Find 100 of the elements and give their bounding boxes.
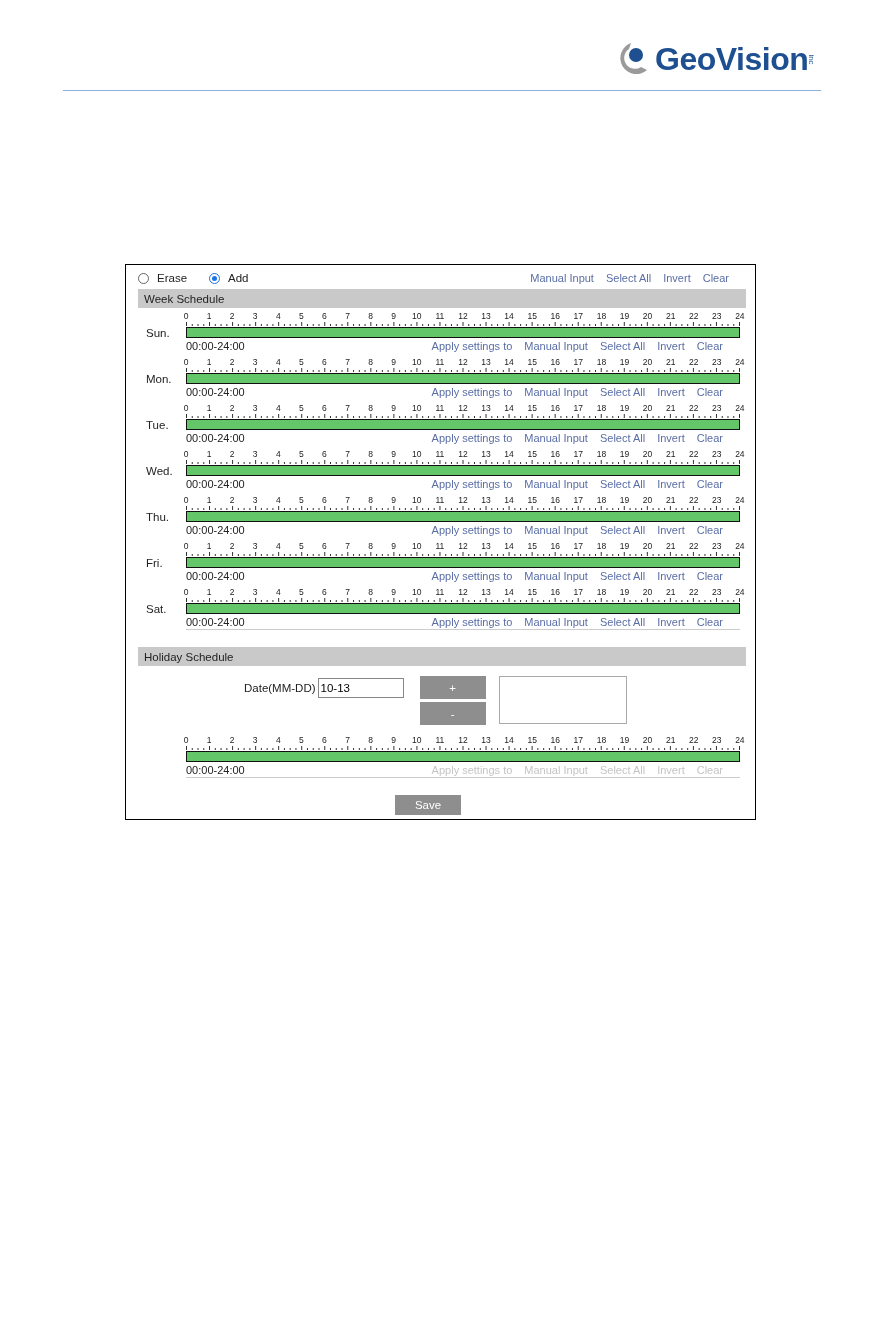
timeline-link[interactable]: Apply settings to [431, 570, 513, 582]
hour-label: 17 [572, 495, 585, 505]
day-label: Wed. [145, 464, 174, 477]
timeline-link[interactable]: Clear [696, 478, 723, 490]
hour-label: 18 [595, 735, 608, 745]
timeline-link[interactable]: Manual Input [524, 615, 588, 628]
timeline-link[interactable]: Invert [657, 570, 685, 582]
timeline-link[interactable]: Manual Input [524, 340, 588, 352]
timeline-link[interactable]: Clear [696, 615, 723, 628]
hour-label: 6 [321, 587, 328, 597]
hour-label: 15 [526, 495, 538, 505]
timeline-link[interactable]: Invert [657, 478, 685, 490]
timeline-link[interactable]: Clear [696, 524, 723, 536]
day-label: Sun. [145, 326, 171, 339]
date-input[interactable]: 10-13 [317, 678, 404, 698]
save-button[interactable]: Save [395, 795, 461, 815]
hour-label: 4 [274, 495, 282, 505]
timeline-link[interactable]: Select All [599, 570, 646, 582]
hour-label: 0 [182, 541, 190, 551]
hour-label: 20 [641, 403, 654, 413]
timeline-link[interactable]: Invert [657, 432, 685, 444]
toolbar-link[interactable]: Invert [663, 272, 691, 284]
hour-label: 14 [503, 357, 515, 367]
schedule-bar[interactable] [187, 512, 739, 521]
toolbar-link[interactable]: Manual Input [530, 272, 594, 284]
hour-label: 10 [411, 541, 423, 551]
toolbar-link[interactable]: Select All [605, 272, 652, 284]
timeline-link[interactable]: Manual Input [524, 524, 588, 536]
timeline-link[interactable]: Apply settings to [431, 432, 513, 444]
hour-label: 8 [367, 449, 374, 459]
timeline-link[interactable]: Select All [599, 340, 646, 352]
schedule-bar[interactable] [187, 374, 739, 383]
holiday-list[interactable] [498, 676, 627, 724]
timeline-link[interactable]: Select All [599, 615, 646, 628]
timeline-link[interactable]: Invert [657, 615, 685, 628]
mode-radio[interactable]: Add [209, 272, 249, 284]
hour-label: 4 [274, 403, 282, 413]
remove-button[interactable]: - [419, 702, 486, 725]
timeline-link[interactable]: Clear [696, 432, 723, 444]
schedule-bar[interactable] [187, 604, 739, 613]
hour-label: 24 [734, 311, 746, 321]
hour-label: 16 [549, 311, 561, 321]
hour-label: 18 [595, 541, 608, 551]
hour-label: 6 [321, 449, 328, 459]
timeline-link[interactable]: Select All [599, 386, 646, 398]
hour-label: 21 [664, 449, 677, 459]
hour-label: 11 [434, 311, 446, 321]
timeline-link[interactable]: Apply settings to [431, 478, 513, 490]
timeline-link[interactable]: Invert [657, 524, 685, 536]
hour-label: 23 [711, 587, 723, 597]
day-label: Sat. [145, 602, 168, 615]
add-button[interactable]: + [419, 676, 486, 699]
time-range: 00:00-24:00 [186, 478, 245, 490]
hour-label: 20 [641, 357, 654, 367]
hour-label: 23 [711, 449, 723, 459]
hour-label: 10 [411, 357, 423, 367]
timeline-link[interactable]: Apply settings to [431, 340, 513, 352]
hour-label: 7 [344, 311, 351, 321]
hour-label: 3 [251, 495, 259, 505]
hour-label: 22 [688, 403, 700, 413]
hour-label: 6 [321, 357, 328, 367]
hour-label: 18 [595, 587, 608, 597]
schedule-bar[interactable] [187, 420, 739, 429]
hour-label: 24 [734, 449, 746, 459]
timeline-link[interactable]: Select All [599, 432, 646, 444]
hour-label: 19 [618, 587, 631, 597]
timeline-link[interactable]: Manual Input [524, 432, 588, 444]
hour-label: 14 [503, 449, 515, 459]
hour-label: 21 [664, 735, 677, 745]
hour-label: 1 [205, 449, 213, 459]
hour-label: 15 [526, 357, 538, 367]
hour-label: 8 [367, 587, 374, 597]
schedule-bar[interactable] [187, 466, 739, 475]
timeline-link[interactable]: Select All [599, 524, 646, 536]
hour-label: 0 [182, 449, 190, 459]
hour-label: 2 [228, 449, 236, 459]
schedule-bar[interactable] [187, 328, 739, 337]
toolbar-link[interactable]: Clear [702, 272, 729, 284]
timeline-link[interactable]: Clear [696, 340, 723, 352]
timeline-link[interactable]: Apply settings to [431, 615, 513, 628]
timeline-link[interactable]: Clear [696, 386, 723, 398]
hour-label: 17 [572, 541, 585, 551]
mode-radio[interactable]: Erase [138, 272, 188, 284]
hour-label: 1 [205, 735, 213, 745]
schedule-bar[interactable] [187, 558, 739, 567]
timeline-link[interactable]: Manual Input [524, 386, 588, 398]
hour-label: 9 [390, 495, 398, 505]
timeline-link[interactable]: Clear [696, 570, 723, 582]
timeline-link[interactable]: Apply settings to [431, 386, 513, 398]
timeline-link[interactable]: Invert [657, 386, 685, 398]
timeline-link[interactable]: Apply settings to [431, 524, 513, 536]
hour-label: 23 [711, 735, 723, 745]
hour-label: 3 [251, 357, 259, 367]
hour-label: 0 [182, 495, 190, 505]
timeline-link[interactable]: Manual Input [524, 570, 588, 582]
hour-label: 24 [734, 587, 746, 597]
hour-label: 13 [480, 587, 492, 597]
timeline-link[interactable]: Select All [599, 478, 646, 490]
timeline-link[interactable]: Invert [657, 340, 685, 352]
timeline-link[interactable]: Manual Input [524, 478, 588, 490]
